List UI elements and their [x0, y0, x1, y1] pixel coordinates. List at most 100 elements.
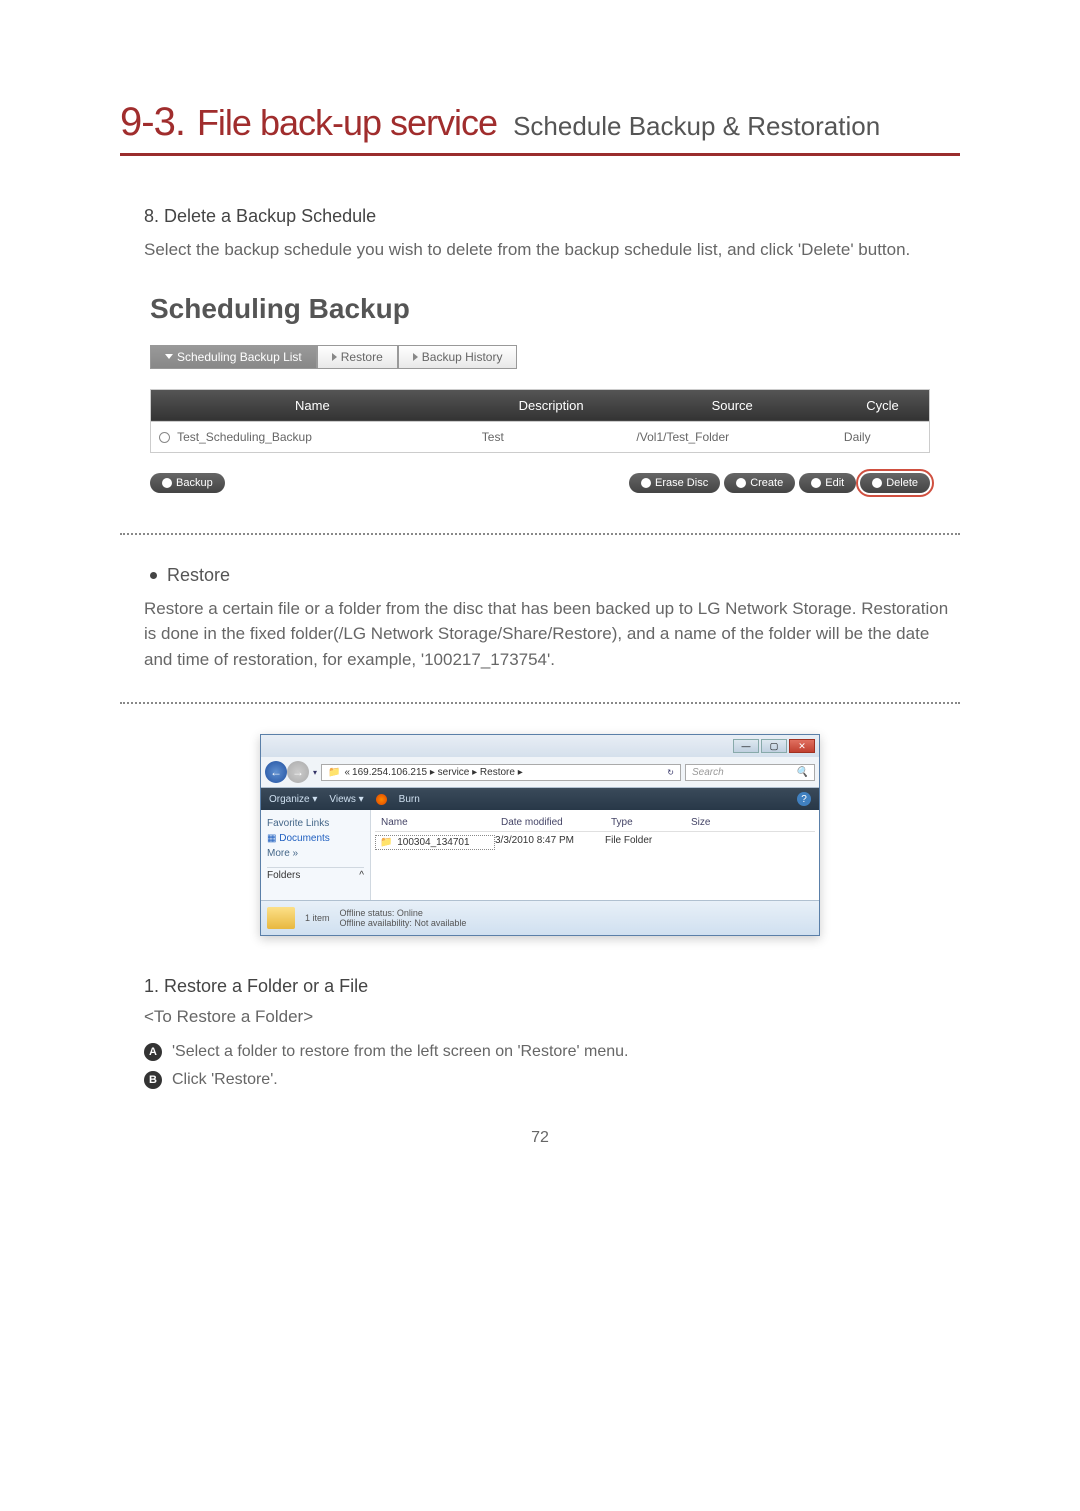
restore-title: Restore	[167, 565, 230, 586]
search-placeholder: Search	[692, 767, 724, 778]
folders-label: Folders	[267, 870, 300, 881]
step-a-text: 'Select a folder to restore from the lef…	[172, 1043, 629, 1061]
search-icon: 🔍	[796, 767, 808, 778]
radio-icon[interactable]	[159, 432, 170, 443]
file-name: 📁 100304_134701	[375, 835, 495, 850]
step-badge-a: A	[144, 1043, 162, 1061]
scheduling-backup-title: Scheduling Backup	[150, 293, 930, 325]
chapter-subtitle: Schedule Backup & Restoration	[513, 111, 880, 142]
section-1-subtitle: <To Restore a Folder>	[144, 1007, 960, 1027]
file-type: File Folder	[605, 835, 685, 850]
erase-disc-button[interactable]: Erase Disc	[629, 473, 720, 493]
explorer-window: — ▢ ✕ ← → ▾ 📁 « 169.254.106.215 ▸ servic…	[260, 734, 820, 936]
folder-icon: 📁	[380, 837, 392, 848]
backup-button[interactable]: Backup	[150, 473, 225, 493]
status-line1: Offline status: Online	[340, 908, 467, 918]
file-name-text: 100304_134701	[397, 837, 469, 848]
file-pane: Name Date modified Type Size 📁 100304_13…	[371, 810, 819, 900]
breadcrumb-prefix: «	[344, 767, 350, 778]
sidebar: Favorite Links ▦ Documents More » Folder…	[261, 810, 371, 900]
row-name-text: Test_Scheduling_Backup	[177, 430, 312, 444]
button-label: Erase Disc	[655, 477, 708, 489]
create-button[interactable]: Create	[724, 473, 795, 493]
views-menu[interactable]: Views ▾	[329, 794, 363, 805]
help-icon[interactable]: ?	[797, 792, 811, 806]
col-header-date[interactable]: Date modified	[495, 817, 605, 828]
edit-button[interactable]: Edit	[799, 473, 856, 493]
favorite-links-label: Favorite Links	[267, 816, 364, 831]
bullet-icon	[150, 572, 157, 579]
restore-body: Restore a certain file or a folder from …	[144, 596, 960, 673]
burn-icon	[376, 794, 387, 805]
step-b-text: Click 'Restore'.	[172, 1071, 278, 1089]
step-badge-b: B	[144, 1071, 162, 1089]
col-header-type[interactable]: Type	[605, 817, 685, 828]
schedule-table: Name Description Source Cycle Test_Sched…	[150, 389, 930, 453]
cell-name: Test_Scheduling_Backup	[151, 421, 474, 452]
folders-toggle[interactable]: Folders ^	[267, 867, 364, 883]
search-input[interactable]: Search 🔍	[685, 764, 815, 781]
file-size	[685, 835, 755, 850]
button-label: Backup	[176, 477, 213, 489]
organize-menu[interactable]: Organize ▾	[269, 794, 317, 805]
folder-icon	[267, 907, 295, 929]
tab-label: Scheduling Backup List	[177, 350, 302, 364]
tab-label: Backup History	[422, 350, 503, 364]
back-button[interactable]: ←	[265, 761, 287, 783]
tab-restore[interactable]: Restore	[317, 345, 398, 369]
chevron-down-icon	[165, 354, 173, 359]
section-8-title: 8. Delete a Backup Schedule	[144, 206, 960, 227]
chevron-right-icon	[332, 353, 337, 361]
button-row: Backup Erase Disc Create Edit	[150, 473, 930, 493]
close-button[interactable]: ✕	[789, 739, 815, 753]
tab-scheduling-list[interactable]: Scheduling Backup List	[150, 345, 317, 369]
breadcrumb-text: 169.254.106.215 ▸ service ▸ Restore ▸	[352, 767, 523, 778]
circle-icon	[641, 478, 651, 488]
circle-icon	[872, 478, 882, 488]
chapter-number: 9-3.	[120, 100, 185, 145]
address-bar: ← → ▾ 📁 « 169.254.106.215 ▸ service ▸ Re…	[261, 757, 819, 788]
file-row[interactable]: 📁 100304_134701 3/3/2010 8:47 PM File Fo…	[375, 832, 815, 853]
plus-icon	[162, 478, 172, 488]
table-row[interactable]: Test_Scheduling_Backup Test /Vol1/Test_F…	[151, 421, 930, 452]
col-header-size[interactable]: Size	[685, 817, 755, 828]
section-1-title: 1. Restore a Folder or a File	[144, 976, 960, 997]
minimize-button[interactable]: —	[733, 739, 759, 753]
cell-description: Test	[474, 421, 629, 452]
col-header-name[interactable]: Name	[375, 817, 495, 828]
button-label: Delete	[886, 477, 918, 489]
step-b: B Click 'Restore'.	[144, 1071, 960, 1089]
window-titlebar: — ▢ ✕	[261, 735, 819, 757]
maximize-button[interactable]: ▢	[761, 739, 787, 753]
section-8-body: Select the backup schedule you wish to d…	[144, 237, 960, 263]
status-info: Offline status: Online Offline availabil…	[340, 908, 467, 928]
burn-button[interactable]: Burn	[399, 794, 420, 805]
circle-icon	[811, 478, 821, 488]
chapter-title: File back-up service	[197, 102, 497, 144]
file-headers: Name Date modified Type Size	[375, 814, 815, 832]
step-a: A 'Select a folder to restore from the l…	[144, 1043, 960, 1061]
refresh-icon[interactable]: ↻	[667, 768, 674, 777]
sidebar-more[interactable]: More »	[267, 846, 364, 861]
folder-icon: 📁	[328, 767, 340, 778]
status-line2: Offline availability: Not available	[340, 918, 467, 928]
circle-icon	[736, 478, 746, 488]
tab-label: Restore	[341, 350, 383, 364]
cell-cycle: Daily	[836, 421, 930, 452]
explorer-toolbar: Organize ▾ Views ▾ Burn ?	[261, 788, 819, 810]
chevron-down-icon[interactable]: ▾	[313, 768, 317, 777]
forward-button[interactable]: →	[287, 761, 309, 783]
separator	[120, 533, 960, 535]
col-cycle: Cycle	[836, 389, 930, 421]
scheduling-backup-screenshot: Scheduling Backup Scheduling Backup List…	[150, 293, 930, 493]
col-description: Description	[474, 389, 629, 421]
chapter-header: 9-3. File back-up service Schedule Backu…	[120, 100, 960, 156]
tab-backup-history[interactable]: Backup History	[398, 345, 518, 369]
delete-button[interactable]: Delete	[860, 473, 930, 493]
breadcrumb[interactable]: 📁 « 169.254.106.215 ▸ service ▸ Restore …	[321, 764, 681, 781]
restore-heading: Restore	[150, 565, 960, 586]
file-date: 3/3/2010 8:47 PM	[495, 835, 605, 850]
explorer-main: Favorite Links ▦ Documents More » Folder…	[261, 810, 819, 900]
col-source: Source	[628, 389, 835, 421]
sidebar-item-documents[interactable]: ▦ Documents	[267, 831, 364, 846]
